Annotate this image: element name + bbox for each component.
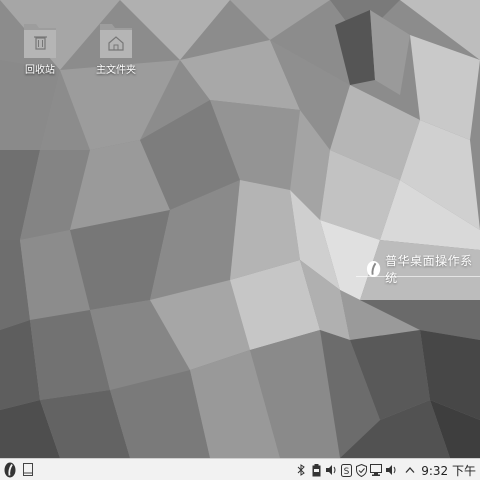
desktop-icon-home[interactable]: 主文件夹 [81, 20, 151, 78]
desktop-icon-trash[interactable]: 回收站 [5, 20, 75, 78]
home-folder-label: 主文件夹 [96, 65, 136, 76]
start-menu-button[interactable] [0, 459, 20, 480]
system-tray: S 9:32 下午 [294, 459, 480, 480]
brand-underline [356, 276, 480, 277]
trash-label: 回收站 [25, 65, 55, 76]
network-monitor-icon[interactable] [369, 459, 383, 480]
show-desktop-icon [23, 463, 33, 476]
bluetooth-icon[interactable] [294, 459, 308, 480]
svg-text:S: S [343, 467, 349, 477]
os-brand: 普华桌面操作系统 [366, 252, 480, 286]
taskbar: S 9:32 下午 [0, 458, 480, 480]
battery-icon[interactable] [309, 459, 323, 480]
start-menu-logo-icon [4, 462, 16, 477]
brand-text: 普华桌面操作系统 [385, 254, 473, 285]
volume-icon[interactable] [324, 459, 338, 480]
home-folder-icon [98, 20, 134, 60]
clock[interactable]: 9:32 下午 [421, 462, 476, 479]
trash-icon [22, 20, 58, 60]
show-desktop-button[interactable] [20, 459, 36, 480]
software-store-icon[interactable]: S [339, 459, 353, 480]
security-shield-icon[interactable] [354, 459, 368, 480]
speaker-icon[interactable] [384, 459, 398, 480]
chevron-up-icon[interactable] [403, 459, 417, 480]
